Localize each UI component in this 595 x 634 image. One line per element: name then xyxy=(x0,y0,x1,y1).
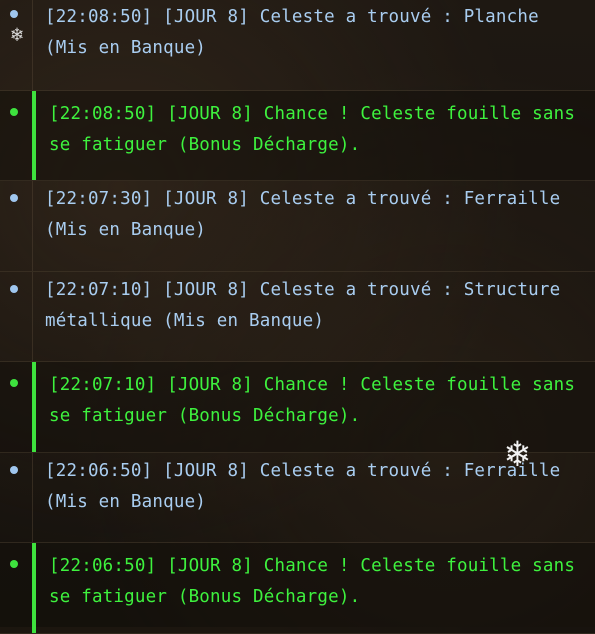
log-entry-success: [22:06:50] [JOUR 8] Chance ! Celeste fou… xyxy=(0,543,595,634)
event-log: [22:08:50] [JOUR 8] Celeste a trouvé : P… xyxy=(0,0,595,634)
log-entry-text: [22:06:50] [JOUR 8] Chance ! Celeste fou… xyxy=(49,556,576,607)
log-entry-text: [22:07:10] [JOUR 8] Celeste a trouvé : S… xyxy=(45,279,561,331)
log-entry: [22:07:10] [JOUR 8] Celeste a trouvé : S… xyxy=(0,271,595,362)
info-bullet-icon xyxy=(10,284,18,293)
success-bullet-icon xyxy=(10,107,18,116)
snowflake-icon: ❄ xyxy=(11,22,24,46)
snowflake-icon: ❄ xyxy=(506,431,529,475)
log-entry-text: [22:07:30] [JOUR 8] Celeste a trouvé : F… xyxy=(45,189,561,240)
log-entry-text: [22:08:50] [JOUR 8] Chance ! Celeste fou… xyxy=(49,103,576,155)
log-entry-text: [22:07:10] [JOUR 8] Chance ! Celeste fou… xyxy=(49,375,576,426)
success-bullet-icon xyxy=(10,379,18,387)
info-bullet-icon xyxy=(10,465,18,474)
log-entry-text: [22:08:50] [JOUR 8] Celeste a trouvé : P… xyxy=(45,7,539,58)
log-entry-success: [22:08:50] [JOUR 8] Chance ! Celeste fou… xyxy=(0,90,595,181)
info-bullet-icon xyxy=(10,194,18,202)
log-entry: [22:08:50] [JOUR 8] Celeste a trouvé : P… xyxy=(0,0,595,91)
log-entry-text: [22:06:50] [JOUR 8] Celeste a trouvé : F… xyxy=(45,460,561,512)
success-bullet-icon xyxy=(10,560,18,568)
log-entry: [22:07:30] [JOUR 8] Celeste a trouvé : F… xyxy=(0,181,595,272)
info-bullet-icon xyxy=(10,10,18,18)
